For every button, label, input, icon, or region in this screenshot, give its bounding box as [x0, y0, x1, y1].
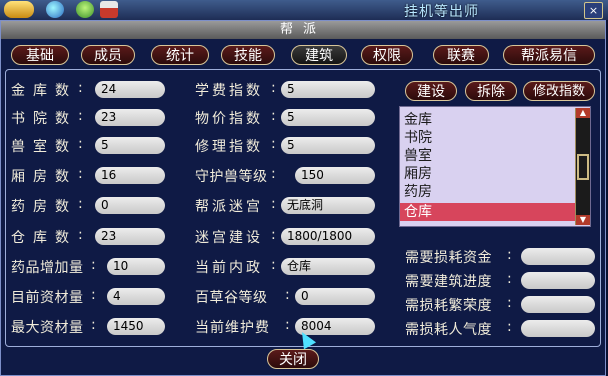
label-required-popularity: 需损耗人气度 — [405, 322, 492, 338]
modify-index-button[interactable]: 修改指数 — [523, 81, 595, 101]
guild-window: 帮派 基础 成员 统计 技能 建筑 权限 联赛 帮派易信 金库数 : 24 书院… — [0, 20, 606, 376]
afk-status-text: 挂机等出师 — [404, 4, 479, 20]
label-treasury-count: 金库数 — [11, 83, 77, 99]
tab-league[interactable]: 联赛 — [433, 45, 489, 65]
scroll-thumb[interactable] — [577, 154, 589, 180]
list-item[interactable]: 厢房 — [404, 165, 572, 183]
label-guild-maze: 帮派迷宫 — [195, 199, 263, 215]
label-current-materials: 目前资材量 — [11, 290, 84, 306]
list-item[interactable]: 书院 — [404, 129, 572, 147]
leaf-icon[interactable] — [76, 1, 94, 18]
field-guardian-level: 150 — [295, 167, 375, 184]
field-guild-maze: 无底洞 — [281, 197, 375, 214]
field-herb-valley-level: 0 — [295, 288, 375, 305]
label-current-affairs: 当前内政 — [195, 260, 263, 276]
field-tuition-index: 5 — [281, 81, 375, 98]
label-warehouse-count: 仓库数 — [11, 230, 77, 246]
field-required-prosperity — [521, 296, 595, 313]
label-wing-room-count: 厢房数 — [11, 169, 77, 185]
close-icon[interactable]: × — [584, 2, 603, 19]
label-maze-construction: 迷宫建设 — [195, 230, 263, 246]
label-medicine-increase: 药品增加量 — [11, 260, 84, 276]
field-max-materials: 1450 — [107, 318, 165, 335]
list-item[interactable]: 兽室 — [404, 147, 572, 165]
list-scrollbar[interactable]: ▲ ▼ — [575, 108, 590, 225]
field-required-funds — [521, 248, 595, 265]
field-academy-count: 23 — [95, 109, 165, 126]
label-repair-index: 修理指数 — [195, 139, 263, 155]
label-guardian-level: 守护兽等级 — [195, 169, 268, 185]
game-top-strip: 挂机等出师 × — [0, 0, 608, 20]
tab-basic[interactable]: 基础 — [11, 45, 69, 65]
field-required-progress — [521, 272, 595, 289]
label-herb-valley-level: 百草谷等级 — [195, 290, 268, 306]
tab-skills[interactable]: 技能 — [221, 45, 275, 65]
field-repair-index: 5 — [281, 137, 375, 154]
gold-ingot-icon[interactable] — [4, 1, 34, 18]
field-price-index: 5 — [281, 109, 375, 126]
label-tuition-index: 学费指数 — [195, 83, 263, 99]
scroll-up-arrow-icon[interactable]: ▲ — [576, 108, 590, 118]
label-academy-count: 书院数 — [11, 111, 77, 127]
tab-stats[interactable]: 统计 — [151, 45, 209, 65]
field-treasury-count: 24 — [95, 81, 165, 98]
close-button[interactable]: 关闭 — [267, 349, 319, 369]
field-beast-room-count: 5 — [95, 137, 165, 154]
calendar-icon[interactable] — [100, 1, 118, 18]
field-required-popularity — [521, 320, 595, 337]
demolish-button[interactable]: 拆除 — [465, 81, 517, 101]
field-medicine-increase: 10 — [107, 258, 165, 275]
label-required-funds: 需要损耗资金 — [405, 250, 492, 266]
tab-permissions[interactable]: 权限 — [361, 45, 413, 65]
field-maze-construction: 1800/1800 — [281, 228, 375, 245]
list-item[interactable]: 药房 — [404, 183, 572, 201]
list-item[interactable]: 金库 — [404, 111, 572, 129]
label-maintenance-fee: 当前维护费 — [195, 320, 270, 336]
window-title: 帮派 — [1, 21, 605, 39]
tab-buildings[interactable]: 建筑 — [291, 45, 347, 65]
build-button[interactable]: 建设 — [405, 81, 457, 101]
field-current-affairs: 仓库 — [281, 258, 375, 275]
field-current-materials: 4 — [107, 288, 165, 305]
scroll-down-arrow-icon[interactable]: ▼ — [576, 215, 590, 225]
tab-guild-yixin[interactable]: 帮派易信 — [503, 45, 595, 65]
label-max-materials: 最大资材量 — [11, 320, 84, 336]
label-price-index: 物价指数 — [195, 111, 263, 127]
tab-members[interactable]: 成员 — [81, 45, 135, 65]
label-pharmacy-count: 药房数 — [11, 199, 77, 215]
list-item-selected[interactable]: 仓库 — [400, 203, 576, 221]
field-warehouse-count: 23 — [95, 228, 165, 245]
orb-icon[interactable] — [46, 1, 64, 18]
field-pharmacy-count: 0 — [95, 197, 165, 214]
field-wing-room-count: 16 — [95, 167, 165, 184]
label-required-progress: 需要建筑进度 — [405, 274, 492, 290]
building-list[interactable]: 金库 书院 兽室 厢房 药房 仓库 — [399, 106, 591, 227]
label-required-prosperity: 需损耗繁荣度 — [405, 298, 492, 314]
label-beast-room-count: 兽室数 — [11, 139, 77, 155]
